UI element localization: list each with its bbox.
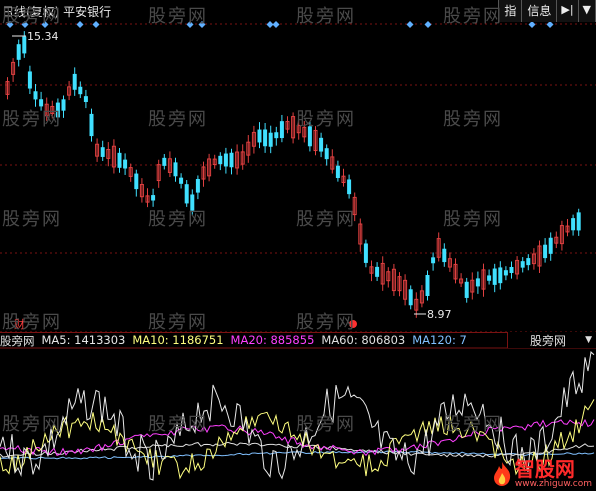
watermark: 股旁网 (443, 109, 503, 130)
candle-body (526, 258, 531, 266)
low-price-label: 8.97 (427, 308, 452, 321)
info-button[interactable]: 信息 (522, 0, 558, 22)
ma20-value: MA20: 885855 (230, 333, 315, 347)
candle-body (33, 91, 38, 100)
candle-body (78, 86, 83, 95)
ma10-value: MA10: 1186751 (132, 333, 224, 347)
candle-body (347, 179, 352, 195)
candle-body (72, 73, 77, 90)
event-diamond[interactable] (266, 21, 274, 28)
candle-body (218, 155, 223, 165)
event-diamond[interactable] (424, 21, 432, 28)
watermark: 股旁网 (148, 6, 208, 27)
candle-body (503, 270, 508, 276)
indicator-selector[interactable]: 股旁网 ▼ (507, 332, 596, 348)
candle-body (162, 157, 167, 166)
candle-body (571, 218, 576, 231)
candle-body (61, 99, 66, 111)
watermark: 股旁网 (148, 209, 208, 230)
event-diamond[interactable] (76, 21, 84, 28)
candle-body (223, 153, 228, 167)
watermark: 股旁网 (2, 109, 62, 130)
event-diamond[interactable] (546, 21, 554, 28)
watermark: 股旁网 (296, 209, 356, 230)
watermark: 股旁网 (2, 209, 62, 230)
candle-body (576, 212, 581, 231)
candle-body (279, 121, 284, 139)
ma120-value: MA120: 7 (412, 333, 467, 347)
candle-body (134, 173, 139, 190)
candle-body (548, 237, 553, 254)
watermark: 股旁网 (148, 414, 208, 435)
site-logo: 智股网 www.zhiguw.com (491, 459, 592, 489)
candle-body (498, 267, 503, 284)
watermark: 股旁网 (148, 109, 208, 130)
flame-icon (493, 462, 511, 486)
candle-body (324, 148, 329, 160)
candle-body (274, 132, 279, 139)
candle-body (319, 137, 324, 152)
candle-body (375, 266, 380, 277)
watermark: 股旁网 (296, 109, 356, 130)
indicator-name[interactable]: 股旁网 (0, 333, 35, 349)
candle-body (442, 248, 447, 263)
candle-body (100, 147, 105, 157)
watermark: 股旁网 (296, 6, 356, 27)
watermark: 股旁网 (148, 312, 208, 333)
event-diamond[interactable] (92, 21, 100, 28)
candle-body (89, 113, 94, 137)
candle-body (16, 44, 21, 60)
candle-body (123, 159, 128, 169)
candle-body (487, 275, 492, 281)
watermark: 股旁网 (296, 312, 356, 333)
candle-body (184, 184, 189, 204)
watermark: 股旁网 (443, 414, 503, 435)
ma60-value: MA60: 806803 (321, 333, 406, 347)
watermark: 股旁网 (2, 312, 62, 333)
event-diamond[interactable] (528, 21, 536, 28)
candle-body (117, 152, 122, 168)
ma5-value: MA5: 1413303 (41, 333, 126, 347)
candle-body (83, 96, 88, 103)
watermark: 股旁网 (443, 209, 503, 230)
logo-name: 智股网 (514, 457, 575, 481)
event-diamond[interactable] (406, 21, 414, 28)
candle-body (363, 243, 368, 263)
candle-body (464, 281, 469, 298)
candle-body (335, 165, 340, 179)
candle-body (179, 177, 184, 184)
back-collapse-icon[interactable]: ▶| (557, 0, 579, 22)
event-diamond[interactable] (272, 21, 280, 28)
high-price-label: 15.34 (27, 30, 59, 43)
candle-body (173, 162, 178, 177)
watermark: 股旁网 (296, 414, 356, 435)
watermark: 股旁网 (443, 6, 503, 27)
candle-body (543, 244, 548, 259)
watermark: 股旁网 (2, 6, 62, 27)
candle-body (475, 278, 480, 287)
candle-body (408, 289, 413, 306)
candle-body (229, 152, 234, 168)
candle-body (268, 132, 273, 147)
triangle-down-icon[interactable]: ▼ (579, 0, 596, 22)
watermark: 股旁网 (2, 414, 62, 435)
candle-body (431, 257, 436, 264)
candle-body (425, 275, 430, 296)
candle-body (520, 261, 525, 268)
candle-body (263, 129, 268, 147)
dropdown-arrow-icon: ▼ (585, 335, 592, 345)
toolbar: 指 信息 ▶| ▼ (498, 0, 596, 22)
candle-body (22, 36, 27, 54)
candle-body (195, 178, 200, 193)
candle-body (492, 268, 497, 285)
logo-url: www.zhiguw.com (514, 479, 592, 489)
candle-body (151, 195, 156, 201)
candle-body (257, 129, 262, 143)
candle-body (27, 71, 32, 89)
indicator-selector-label: 股旁网 (530, 333, 567, 348)
candle-body (509, 266, 514, 274)
